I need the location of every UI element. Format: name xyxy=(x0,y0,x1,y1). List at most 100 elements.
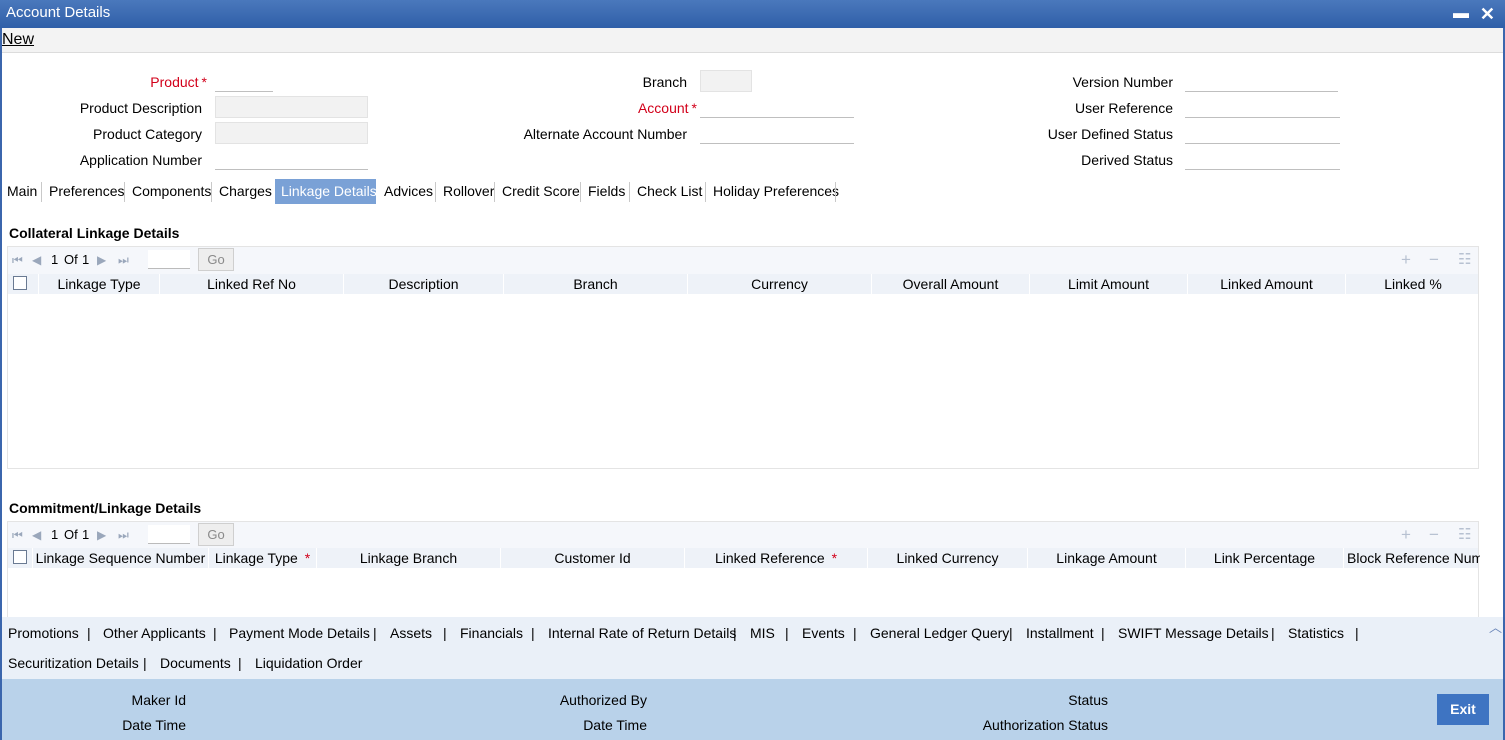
select-all-checkbox[interactable] xyxy=(13,550,27,564)
new-link[interactable]: New xyxy=(2,31,34,49)
column-header: Link Percentage xyxy=(1185,548,1343,568)
link-general-ledger-query[interactable]: General Ledger Query xyxy=(870,625,1009,641)
delete-row-icon[interactable]: − xyxy=(1429,250,1439,270)
account-field[interactable] xyxy=(700,96,854,118)
branch-field xyxy=(700,70,752,92)
column-header: Block Reference Numb xyxy=(1343,548,1480,568)
status-label: Status xyxy=(1068,692,1108,708)
column-header: Linked Currency xyxy=(867,548,1027,568)
link-assets[interactable]: Assets xyxy=(390,625,432,641)
menubar: New xyxy=(0,28,1505,53)
column-header: Customer Id xyxy=(500,548,684,568)
tab-charges[interactable]: Charges xyxy=(213,179,278,204)
link-installment[interactable]: Installment xyxy=(1026,625,1094,641)
collateral-page-input[interactable] xyxy=(148,250,190,269)
column-header: Linked % xyxy=(1345,274,1480,294)
next-page-icon[interactable]: ▶ xyxy=(97,253,106,267)
commitment-page-current: 1 xyxy=(51,527,59,542)
link-mis[interactable]: MIS xyxy=(750,625,775,641)
close-icon[interactable]: ✕ xyxy=(1480,1,1495,27)
add-row-icon[interactable]: + xyxy=(1401,525,1411,545)
commitment-page-input[interactable] xyxy=(148,525,190,544)
collateral-go-button[interactable]: Go xyxy=(198,248,234,271)
commitment-linkage-title: Commitment/Linkage Details xyxy=(9,500,202,516)
prev-page-icon[interactable]: ◀ xyxy=(32,528,41,542)
collateral-grid-header: Linkage Type Linked Ref No Description B… xyxy=(8,274,1478,294)
product-field[interactable] xyxy=(215,70,273,92)
last-page-icon[interactable]: ⏭ xyxy=(118,528,129,543)
link-documents[interactable]: Documents xyxy=(160,655,231,671)
product-description-label: Product Description xyxy=(79,100,202,116)
column-header: Branch xyxy=(503,274,687,294)
derived-status-field[interactable] xyxy=(1185,148,1340,170)
collateral-linkage-grid: ⏮ ◀ 1 Of 1 ▶ ⏭ Go + − ☷ Linkage Type Lin… xyxy=(7,246,1479,469)
alternate-account-number-field[interactable] xyxy=(700,122,854,144)
tab-fields[interactable]: Fields xyxy=(582,179,631,204)
link-swift-message-details[interactable]: SWIFT Message Details xyxy=(1118,625,1269,641)
link-other-applicants[interactable]: Other Applicants xyxy=(103,625,206,641)
link-securitization-details[interactable]: Securitization Details xyxy=(8,655,139,671)
application-number-field[interactable] xyxy=(215,148,368,170)
user-reference-label: User Reference xyxy=(1074,100,1173,116)
next-page-icon[interactable]: ▶ xyxy=(97,528,106,542)
tab-preferences[interactable]: Preferences xyxy=(43,179,130,204)
collateral-page-current: 1 xyxy=(51,252,59,267)
product-category-label: Product Category xyxy=(93,126,202,142)
maker-date-time-label: Date Time xyxy=(122,717,186,733)
first-page-icon[interactable]: ⏮ xyxy=(12,253,23,268)
commitment-grid-toolbar: ⏮ ◀ 1 Of 1 ▶ ⏭ Go + − ☷ xyxy=(8,522,1478,549)
tab-bar: Main Preferences Components Charges Link… xyxy=(0,179,1505,204)
branch-label: Branch xyxy=(642,74,687,90)
tab-linkage-details[interactable]: Linkage Details xyxy=(275,179,377,204)
commitment-page-of: Of xyxy=(64,527,78,542)
authorized-by-label: Authorized By xyxy=(559,692,647,708)
last-page-icon[interactable]: ⏭ xyxy=(118,253,129,268)
link-payment-mode-details[interactable]: Payment Mode Details xyxy=(229,625,370,641)
version-number-field[interactable] xyxy=(1185,70,1338,92)
delete-row-icon[interactable]: − xyxy=(1429,525,1439,545)
user-reference-field[interactable] xyxy=(1185,96,1340,118)
link-irr-details[interactable]: Internal Rate of Return Details xyxy=(548,625,736,641)
tab-advices[interactable]: Advices xyxy=(378,179,439,204)
derived-status-label: Derived Status xyxy=(1081,152,1173,168)
commitment-grid-header: Linkage Sequence Number Linkage Type * L… xyxy=(8,548,1480,568)
tab-rollover[interactable]: Rollover xyxy=(437,179,500,204)
link-events[interactable]: Events xyxy=(802,625,845,641)
version-number-label: Version Number xyxy=(1072,74,1173,90)
minimize-icon[interactable]: ▬ xyxy=(1453,1,1469,27)
single-view-icon[interactable]: ☷ xyxy=(1458,250,1471,268)
link-financials[interactable]: Financials xyxy=(460,625,523,641)
link-promotions[interactable]: Promotions xyxy=(8,625,79,641)
collateral-page-total: 1 xyxy=(82,252,90,267)
link-liquidation-order[interactable]: Liquidation Order xyxy=(255,655,362,671)
first-page-icon[interactable]: ⏮ xyxy=(12,528,23,543)
tab-holiday-preferences[interactable]: Holiday Preferences xyxy=(707,179,845,204)
tab-components[interactable]: Components xyxy=(126,179,217,204)
commitment-page-total: 1 xyxy=(82,527,90,542)
checker-date-time-label: Date Time xyxy=(583,717,647,733)
tab-check-list[interactable]: Check List xyxy=(631,179,708,204)
single-view-icon[interactable]: ☷ xyxy=(1458,525,1471,543)
column-header: Linked Reference * xyxy=(684,548,867,568)
column-header: Linked Amount xyxy=(1187,274,1345,294)
alternate-account-number-label: Alternate Account Number xyxy=(523,126,687,142)
user-defined-status-label: User Defined Status xyxy=(1047,126,1173,142)
column-header: Currency xyxy=(687,274,871,294)
user-defined-status-field[interactable] xyxy=(1185,122,1340,144)
add-row-icon[interactable]: + xyxy=(1401,250,1411,270)
link-statistics[interactable]: Statistics xyxy=(1288,625,1344,641)
product-description-field xyxy=(215,96,368,118)
commitment-go-button[interactable]: Go xyxy=(198,523,234,546)
tab-main[interactable]: Main xyxy=(1,179,43,204)
collapse-icon[interactable]: ︿ xyxy=(1489,617,1502,636)
collateral-grid-toolbar: ⏮ ◀ 1 Of 1 ▶ ⏭ Go + − ☷ xyxy=(8,247,1478,274)
column-header: Linkage Sequence Number xyxy=(32,548,208,568)
window-titlebar: Account Details ▬ ✕ xyxy=(0,0,1505,28)
prev-page-icon[interactable]: ◀ xyxy=(32,253,41,267)
tab-credit-score[interactable]: Credit Score xyxy=(496,179,586,204)
column-header: Description xyxy=(343,274,503,294)
exit-button[interactable]: Exit xyxy=(1437,694,1489,725)
select-all-checkbox[interactable] xyxy=(13,276,27,290)
column-header: Linked Ref No xyxy=(159,274,343,294)
column-header: Limit Amount xyxy=(1029,274,1187,294)
